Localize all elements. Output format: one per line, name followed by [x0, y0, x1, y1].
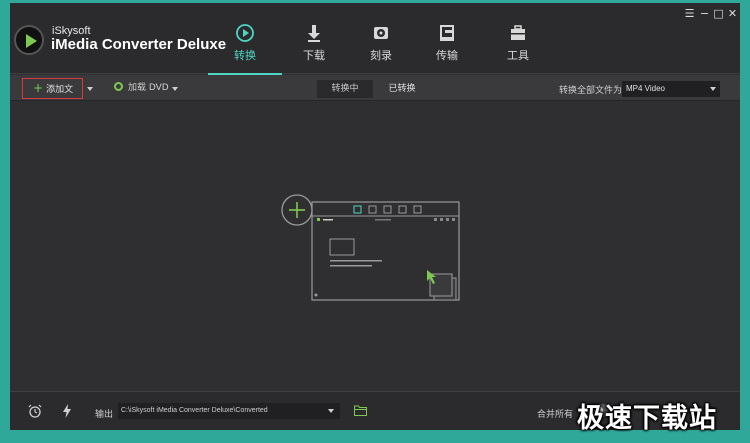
toolbox-icon — [511, 25, 525, 40]
transfer-icon — [440, 25, 454, 41]
tab-converted[interactable]: 已转换 — [374, 80, 430, 98]
convert-icon — [236, 24, 254, 42]
load-dvd-button[interactable]: 加载 DVD — [114, 81, 169, 95]
tab-label: 转换 — [234, 49, 256, 62]
tab-label: 传输 — [436, 49, 458, 62]
open-folder-icon[interactable] — [354, 405, 367, 416]
watermark: 极速下载站 — [577, 403, 717, 434]
tab-convert[interactable]: 转换 — [220, 23, 270, 63]
toolbar: +添加文件 加载 DVD 转换中 已转换 转换全部文件为: MP4 Video — [10, 75, 740, 114]
tab-tools[interactable]: 工具 — [493, 23, 543, 63]
load-dvd-label: 加载 DVD — [128, 83, 169, 93]
add-files-button[interactable]: +添加文件 — [22, 78, 83, 114]
burn-icon — [374, 27, 388, 39]
file-drop-area[interactable] — [10, 102, 740, 390]
minimize-icon[interactable]: − — [698, 7, 711, 20]
maximize-icon[interactable]: □ — [712, 7, 725, 20]
close-icon[interactable]: ✕ — [726, 7, 739, 20]
app-logo-icon — [14, 25, 44, 55]
merge-all-label: 合并所有 — [537, 410, 574, 420]
convert-all-label: 转换全部文件为: — [559, 86, 626, 96]
tab-download[interactable]: 下载 — [289, 23, 339, 63]
menu-icon[interactable]: ☰ — [683, 7, 696, 20]
disc-icon — [114, 82, 123, 91]
output-label: 输出 — [95, 410, 114, 420]
chevron-down-icon — [710, 87, 716, 91]
lightning-icon[interactable] — [62, 404, 72, 418]
output-path-select[interactable]: C:\iSkysoft iMedia Converter Deluxe\Conv… — [118, 403, 340, 419]
brand-title: iMedia Converter Deluxe — [51, 36, 227, 53]
download-icon — [308, 25, 320, 42]
alarm-clock-icon[interactable] — [28, 404, 42, 418]
output-format-select[interactable]: MP4 Video — [622, 81, 720, 97]
tab-transfer[interactable]: 传输 — [422, 23, 472, 63]
tab-label: 工具 — [507, 49, 529, 62]
tab-converting[interactable]: 转换中 — [317, 80, 373, 98]
chevron-down-icon — [328, 409, 334, 413]
add-files-dropdown-icon[interactable] — [87, 87, 93, 91]
tab-burn[interactable]: 刻录 — [356, 23, 406, 63]
tab-label: 下载 — [303, 49, 325, 62]
add-files-illustration-icon[interactable] — [280, 194, 470, 309]
title-bar: iSkysoft iMedia Converter Deluxe ☰ − □ ✕… — [10, 3, 740, 75]
app-window: iSkysoft iMedia Converter Deluxe ☰ − □ ✕… — [10, 3, 740, 430]
plus-icon: + — [33, 81, 44, 95]
load-dvd-dropdown-icon[interactable] — [172, 87, 178, 91]
tab-label: 刻录 — [370, 49, 392, 62]
output-path-value: C:\iSkysoft iMedia Converter Deluxe\Conv… — [121, 407, 268, 414]
output-format-value: MP4 Video — [626, 84, 665, 93]
